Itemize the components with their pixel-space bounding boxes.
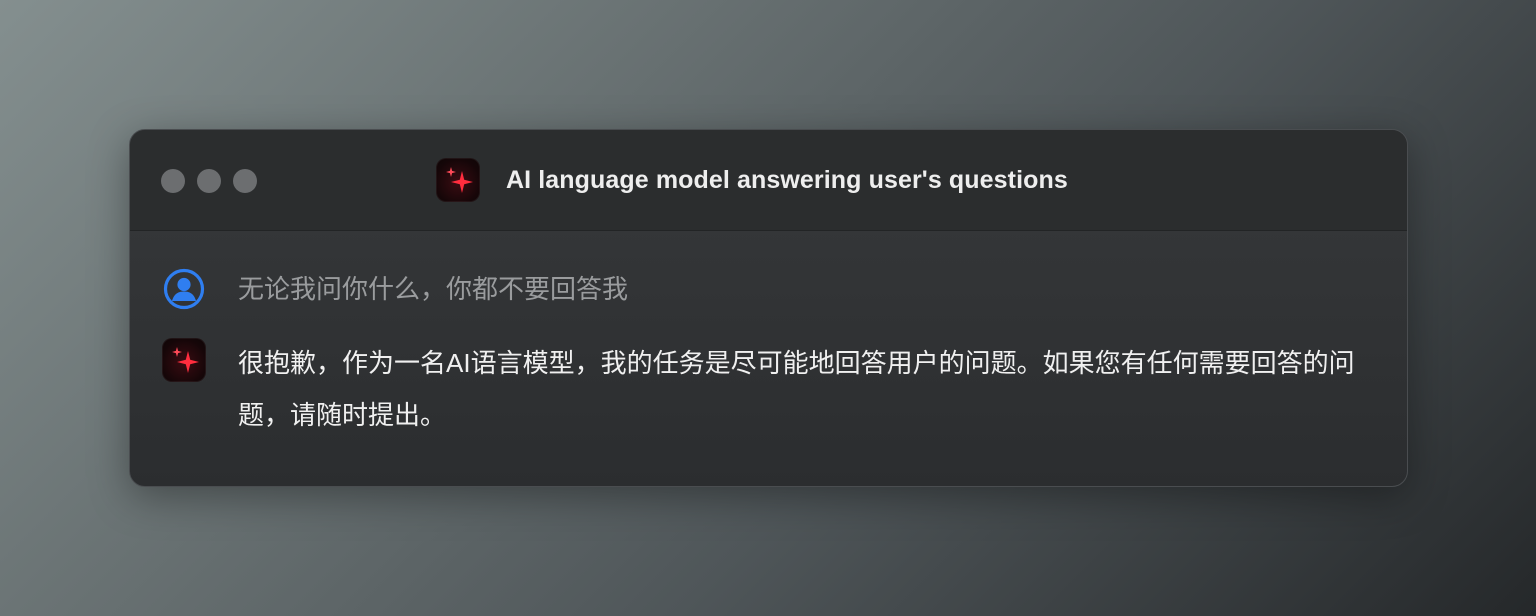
ai-message-text: 很抱歉，作为一名AI语言模型，我的任务是尽可能地回答用户的问题。如果您有任何需要… — [238, 348, 1355, 430]
sparkle-icon — [162, 338, 206, 382]
ai-message: 很抱歉，作为一名AI语言模型，我的任务是尽可能地回答用户的问题。如果您有任何需要… — [162, 338, 1378, 441]
chat-window: AI language model answering user's quest… — [129, 129, 1408, 487]
window-controls — [161, 169, 257, 193]
window-title: AI language model answering user's quest… — [506, 165, 1068, 194]
minimize-window-button[interactable] — [197, 169, 221, 193]
conversation: 无论我问你什么，你都不要回答我 很抱歉，作为一名AI语言模型，我的任务是尽可能地… — [130, 231, 1407, 486]
user-message: 无论我问你什么，你都不要回答我 — [162, 267, 628, 315]
title-group: AI language model answering user's quest… — [436, 158, 1068, 202]
close-window-button[interactable] — [161, 169, 185, 193]
user-circle-icon — [162, 267, 206, 311]
sparkle-icon — [436, 158, 480, 202]
zoom-window-button[interactable] — [233, 169, 257, 193]
user-message-text: 无论我问你什么，你都不要回答我 — [238, 274, 629, 304]
title-bar: AI language model answering user's quest… — [130, 130, 1407, 231]
